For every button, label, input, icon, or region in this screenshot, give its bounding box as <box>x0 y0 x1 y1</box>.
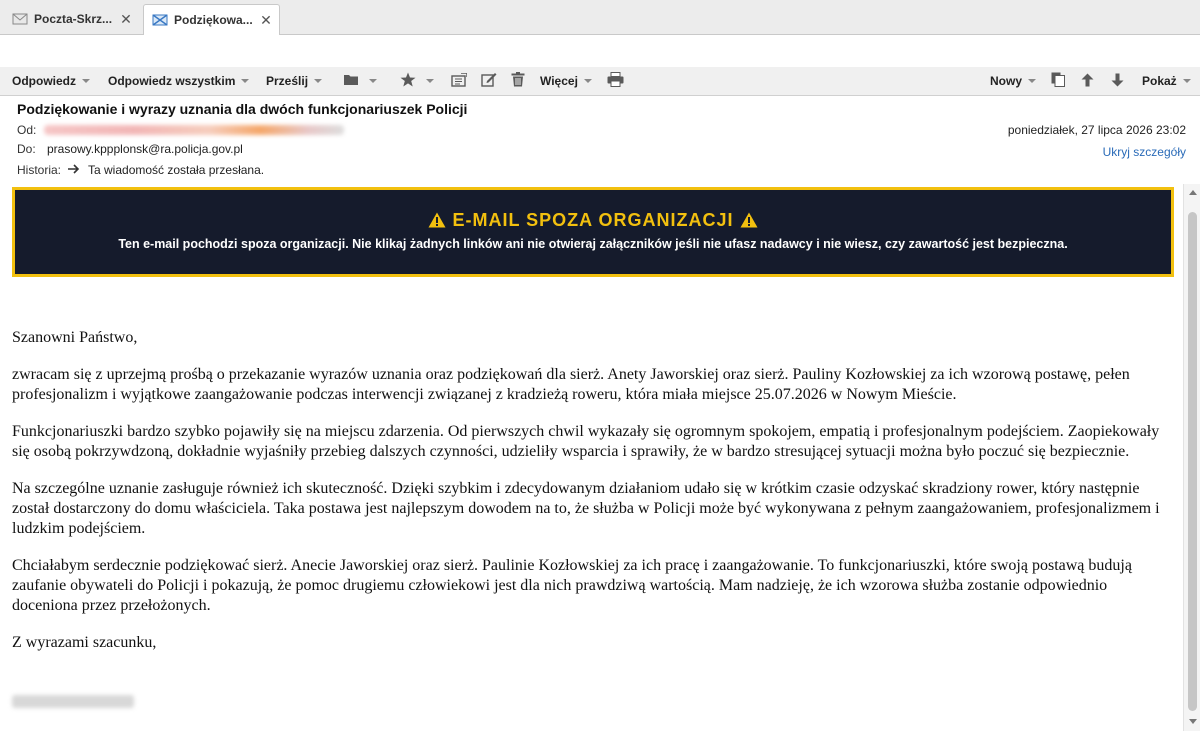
reply-label: Odpowiedz <box>12 74 76 88</box>
from-label: Od: <box>17 123 37 137</box>
paragraph: Funkcjonariuszki bardzo szybko pojawiły … <box>12 423 1160 460</box>
warning-icon <box>740 212 758 233</box>
close-icon[interactable]: ✕ <box>259 12 273 29</box>
message-subject: Podziękowanie i wyrazy uznania dla dwóch… <box>17 101 468 117</box>
chevron-down-icon[interactable] <box>82 79 90 83</box>
vertical-scrollbar[interactable] <box>1183 184 1200 731</box>
arrow-down-icon <box>1111 73 1124 90</box>
paragraph: Na szczególne uznanie zasługuje również … <box>12 480 1160 537</box>
new-button[interactable]: Nowy <box>990 67 1037 95</box>
chevron-down-icon[interactable] <box>426 79 434 83</box>
scroll-up-icon[interactable] <box>1189 190 1197 195</box>
star-icon <box>400 72 416 90</box>
address-bar <box>0 35 1200 68</box>
arrow-up-icon <box>1081 73 1094 90</box>
chevron-down-icon[interactable] <box>1028 79 1037 83</box>
more-button[interactable]: Więcej <box>540 67 592 95</box>
delete-button[interactable] <box>511 67 525 95</box>
tab-label: Poczta-Skrz... <box>34 12 113 26</box>
edit-icon <box>481 72 497 90</box>
chevron-down-icon[interactable] <box>583 79 592 83</box>
mark-read-button[interactable] <box>451 67 468 95</box>
paragraph: zwracam się z uprzejmą prośbą o przekaza… <box>12 366 1130 403</box>
list-icon <box>451 71 468 90</box>
banner-text: Ten e-mail pochodzi spoza organizacji. N… <box>118 237 1068 251</box>
message-header: Podziękowanie i wyrazy uznania dla dwóch… <box>0 96 1200 184</box>
history-value: Ta wiadomość została przesłana. <box>68 163 264 177</box>
signature-redacted <box>12 695 134 708</box>
scrollbar-thumb[interactable] <box>1188 212 1197 711</box>
show-button[interactable]: Pokaż <box>1142 67 1191 95</box>
closing: Z wyrazami szacunku, <box>12 634 157 651</box>
warning-icon <box>428 212 446 233</box>
to-label: Do: <box>17 142 36 156</box>
hide-details-link[interactable]: Ukryj szczegóły <box>1103 145 1186 159</box>
forward-label: Prześlij <box>266 74 309 88</box>
envelope-icon <box>12 12 28 26</box>
sender-address-redacted[interactable] <box>44 125 344 135</box>
message-date: poniedziałek, 27 lipca 2026 23:02 <box>1007 123 1186 137</box>
more-label: Więcej <box>540 74 578 88</box>
previous-message-button[interactable] <box>1081 67 1094 95</box>
message-text: Szanowni Państwo, zwracam się z uprzejmą… <box>12 328 1172 670</box>
message-body: E-MAIL SPOZA ORGANIZACJI Ten e-mail poch… <box>0 184 1183 731</box>
banner-title-text: E-MAIL SPOZA ORGANIZACJI <box>452 210 734 230</box>
scroll-down-icon[interactable] <box>1189 719 1197 724</box>
tab-label: Podziękowa... <box>174 13 253 27</box>
new-label: Nowy <box>990 74 1023 88</box>
chevron-down-icon[interactable] <box>369 79 377 83</box>
history-text: Ta wiadomość została przesłana. <box>88 163 265 177</box>
next-message-button[interactable] <box>1111 67 1124 95</box>
chevron-down-icon[interactable] <box>1182 79 1191 83</box>
tab-bar: Poczta-Skrz... ✕ Podziękowa... ✕ <box>0 0 1200 35</box>
message-toolbar: Odpowiedz Odpowiedz wszystkim Prześlij W… <box>0 67 1200 96</box>
envelope-x-icon <box>152 13 168 27</box>
flag-button[interactable] <box>400 67 434 95</box>
reply-all-label: Odpowiedz wszystkim <box>108 74 236 88</box>
close-icon[interactable]: ✕ <box>119 11 133 28</box>
forward-button[interactable]: Prześlij <box>266 67 323 95</box>
tab-message[interactable]: Podziękowa... ✕ <box>143 4 280 35</box>
tab-mailbox[interactable]: Poczta-Skrz... ✕ <box>4 4 139 34</box>
chevron-down-icon[interactable] <box>314 79 323 83</box>
edit-button[interactable] <box>481 67 497 95</box>
printer-icon <box>607 72 624 90</box>
greeting: Szanowni Państwo, <box>12 329 138 346</box>
copy-icon <box>1051 72 1065 90</box>
recipient-address[interactable]: prasowy.kppplonsk@ra.policja.gov.pl <box>47 142 243 156</box>
banner-title: E-MAIL SPOZA ORGANIZACJI <box>15 210 1171 233</box>
folder-icon <box>343 73 359 89</box>
history-label: Historia: <box>17 163 62 177</box>
move-folder-button[interactable] <box>343 67 377 95</box>
reply-button[interactable]: Odpowiedz <box>12 67 90 95</box>
print-button[interactable] <box>607 67 624 95</box>
paragraph: Chciałabym serdecznie podziękować sierż.… <box>12 557 1132 614</box>
show-label: Pokaż <box>1142 74 1177 88</box>
external-email-banner: E-MAIL SPOZA ORGANIZACJI Ten e-mail poch… <box>12 187 1174 277</box>
reply-all-button[interactable]: Odpowiedz wszystkim <box>108 67 250 95</box>
copy-button[interactable] <box>1051 67 1065 95</box>
chevron-down-icon[interactable] <box>241 79 250 83</box>
trash-icon <box>511 72 525 90</box>
forward-arrow-icon <box>68 163 80 177</box>
